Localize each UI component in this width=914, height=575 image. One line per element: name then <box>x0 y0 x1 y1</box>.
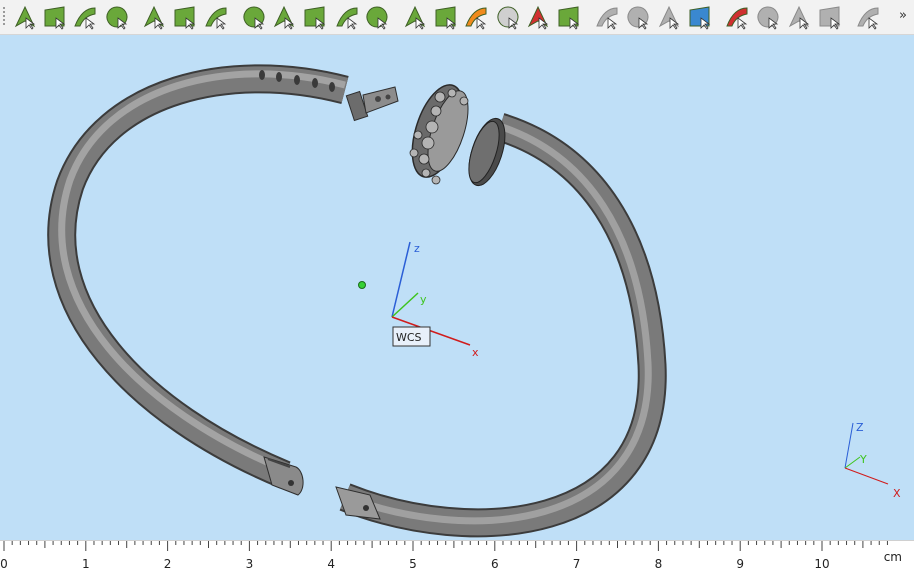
cutter-icon <box>757 6 779 30</box>
pointer-filter-button[interactable] <box>625 4 651 30</box>
lower-right-end <box>335 486 381 520</box>
select-edge-button[interactable] <box>42 4 68 30</box>
ruler-label: 0 <box>0 557 8 571</box>
lower-left-end <box>263 456 304 496</box>
select-assembly-button[interactable] <box>556 4 582 30</box>
select-part-icon <box>465 7 487 30</box>
ruler-label: 7 <box>572 557 581 571</box>
scene-canvas[interactable]: z y x WCS Z Y X <box>0 35 914 540</box>
select-curve-button[interactable] <box>72 4 98 30</box>
select-part-button[interactable] <box>463 4 489 30</box>
select-vertex-button[interactable] <box>12 4 38 30</box>
pointer-icon <box>596 7 618 30</box>
select-face-icon <box>143 5 165 30</box>
select-patch-button[interactable] <box>271 4 297 30</box>
select-sphere-button[interactable] <box>334 4 360 30</box>
select-edge-icon <box>44 6 66 30</box>
triad-x-label: X <box>893 487 901 500</box>
wcs-label: WCS <box>396 331 422 344</box>
ruler-label: 8 <box>654 557 663 571</box>
select-shell-icon <box>497 6 519 30</box>
cutter-paste-button[interactable] <box>817 4 843 30</box>
pointer-button[interactable] <box>594 4 620 30</box>
select-solid-button[interactable] <box>433 4 459 30</box>
pivot-point-icon[interactable] <box>358 281 366 289</box>
ruler-label: 4 <box>327 557 336 571</box>
toolbar-grip[interactable] <box>3 7 5 27</box>
ruler-label: 6 <box>490 557 499 571</box>
pointer-blue-button[interactable] <box>687 4 713 30</box>
ruler-label: 5 <box>409 557 417 571</box>
select-body-button[interactable] <box>402 4 428 30</box>
ruler-label: 3 <box>245 557 254 571</box>
select-sphere-icon <box>336 7 358 30</box>
orientation-triad: Z Y X <box>844 421 901 500</box>
ruler-label: 1 <box>81 557 90 571</box>
eye-pointer-icon <box>857 7 879 30</box>
ruler-label: 9 <box>736 557 745 571</box>
triad-y-label: Y <box>859 453 867 466</box>
triad-z-label: Z <box>856 421 864 434</box>
wcs-x-label: x <box>472 346 479 359</box>
select-revolve-icon <box>366 6 388 30</box>
select-surface-icon <box>174 6 196 30</box>
select-component-button[interactable] <box>525 4 551 30</box>
select-revolve-button[interactable] <box>364 4 390 30</box>
wcs-z-label: z <box>414 242 420 255</box>
cutter-button[interactable] <box>755 4 781 30</box>
pointer-filter-icon <box>627 6 649 30</box>
toolbar-overflow-button[interactable]: » <box>896 8 910 23</box>
select-surface-button[interactable] <box>172 4 198 30</box>
ruler-ticks <box>3 541 888 551</box>
clasp-hinge <box>345 86 399 122</box>
gem-setting <box>409 84 469 185</box>
select-circle-button[interactable] <box>104 4 130 30</box>
eye-pointer-button[interactable] <box>855 4 881 30</box>
select-spline-icon <box>205 7 227 30</box>
select-component-icon <box>527 5 549 30</box>
select-patch-icon <box>273 5 295 30</box>
ruler-label: 10 <box>814 557 830 571</box>
scale-ruler: 0 1 2 3 4 5 6 7 8 9 10 cm <box>0 540 914 575</box>
pointer-clear-button[interactable] <box>724 4 750 30</box>
select-curve-icon <box>74 7 96 30</box>
pointer-blue-icon <box>689 6 711 30</box>
cutter-copy-button[interactable] <box>786 4 812 30</box>
3d-viewport[interactable]: z y x WCS Z Y X <box>0 35 914 540</box>
select-mesh-icon <box>243 6 265 30</box>
select-solid-icon <box>435 6 457 30</box>
select-cross-button[interactable] <box>302 4 328 30</box>
cutter-paste-icon <box>819 6 841 30</box>
select-cross-icon <box>304 6 326 30</box>
select-face-button[interactable] <box>141 4 167 30</box>
cutter-copy-icon <box>788 5 810 30</box>
select-body-icon <box>404 5 426 30</box>
select-circle-icon <box>106 6 128 30</box>
selection-toolbar: » <box>0 0 914 35</box>
select-shell-button[interactable] <box>495 4 521 30</box>
select-spline-button[interactable] <box>203 4 229 30</box>
select-vertex-icon <box>14 5 36 30</box>
bangle-model[interactable] <box>47 64 667 538</box>
select-assembly-icon <box>558 6 580 30</box>
pointer-multi-icon <box>658 5 680 30</box>
wcs-gizmo[interactable]: z y x WCS <box>391 241 479 359</box>
pointer-multi-button[interactable] <box>656 4 682 30</box>
wcs-y-label: y <box>420 293 427 306</box>
select-mesh-button[interactable] <box>241 4 267 30</box>
ruler-label: 2 <box>163 557 172 571</box>
ruler-unit: cm <box>883 550 902 564</box>
pointer-clear-icon <box>726 7 748 30</box>
